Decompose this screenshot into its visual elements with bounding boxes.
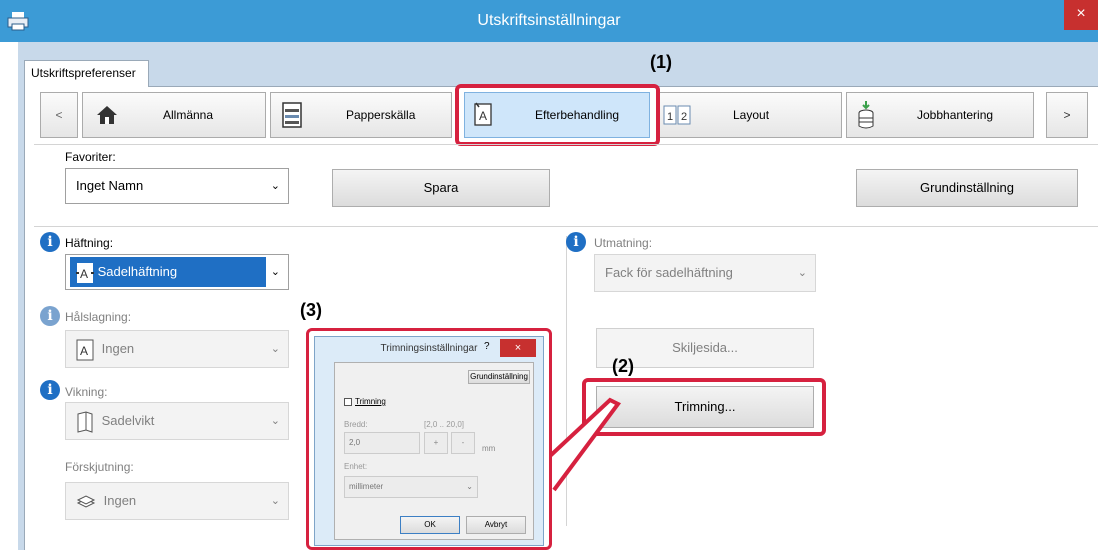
- dialog-help-button[interactable]: ?: [484, 341, 490, 352]
- home-icon: [97, 106, 117, 124]
- layout-icon: 12: [663, 105, 691, 125]
- dialog-close-button[interactable]: ×: [500, 339, 536, 357]
- svg-text:1: 1: [667, 111, 673, 123]
- dialog-ok-button[interactable]: OK: [400, 516, 460, 534]
- default-settings-button[interactable]: Grundinställning: [856, 169, 1078, 207]
- stack-icon: [76, 495, 96, 508]
- width-input[interactable]: 2,0: [344, 432, 420, 454]
- fold-icon: [77, 411, 93, 433]
- svg-text:2: 2: [681, 111, 687, 123]
- punch-label: Hålslagning:: [65, 310, 132, 324]
- unit-select[interactable]: millimeter ⌄: [344, 476, 478, 498]
- info-icon[interactable]: i: [40, 306, 60, 326]
- nav-layout-button[interactable]: 12 Layout: [656, 92, 842, 138]
- punch-value: Ingen: [101, 341, 135, 356]
- save-button[interactable]: Spara: [332, 169, 550, 207]
- separator-line-2: [34, 226, 1098, 227]
- width-unit: mm: [482, 444, 496, 453]
- output-label: Utmatning:: [594, 236, 653, 250]
- info-icon[interactable]: i: [566, 232, 586, 252]
- stapling-value: Sadelhäftning: [97, 264, 178, 279]
- unit-value: millimeter: [349, 482, 384, 491]
- nav-prev-button[interactable]: <: [40, 92, 78, 138]
- highlight-finishing: [455, 84, 660, 146]
- svg-text:A: A: [80, 267, 88, 281]
- trimming-checkbox-label: Trimning: [355, 397, 386, 406]
- nav-layout-label: Layout: [733, 108, 770, 122]
- callout-2: (2): [612, 356, 634, 376]
- staple-icon: A: [76, 262, 94, 283]
- paper-tray-icon: [282, 102, 302, 128]
- unit-label: Enhet:: [344, 462, 368, 471]
- chevron-down-icon: ⌄: [270, 343, 280, 355]
- output-select[interactable]: Fack för sadelhäftning ⌄: [594, 254, 816, 292]
- nav-paper-source-button[interactable]: Papperskälla: [270, 92, 452, 138]
- fold-value: Sadelvikt: [101, 413, 155, 428]
- stapling-label: Häftning:: [65, 236, 114, 250]
- chevron-down-icon: ⌄: [270, 415, 280, 427]
- info-icon[interactable]: i: [40, 380, 60, 400]
- chevron-down-icon: ⌄: [797, 267, 807, 279]
- shift-label: Förskjutning:: [65, 460, 134, 474]
- chevron-down-icon: ⌄: [270, 495, 280, 507]
- chevron-down-icon: ⌄: [466, 482, 473, 491]
- favorites-label: Favoriter:: [65, 150, 116, 164]
- nav-paper-source-label: Papperskälla: [346, 108, 416, 122]
- stapling-select[interactable]: A Sadelhäftning ⌄: [65, 254, 289, 290]
- svg-text:A: A: [80, 344, 88, 358]
- trimming-checkbox[interactable]: [344, 398, 352, 406]
- favorites-value: Inget Namn: [76, 178, 144, 193]
- job-handling-icon: [858, 101, 874, 129]
- chevron-down-icon: ⌄: [270, 266, 280, 278]
- dialog-default-button[interactable]: Grundinställning: [468, 370, 530, 384]
- chevron-down-icon: ⌄: [270, 180, 280, 192]
- dialog-cancel-button[interactable]: Avbryt: [466, 516, 526, 534]
- fold-label: Vikning:: [65, 385, 108, 399]
- callout-3: (3): [300, 300, 322, 320]
- nav-job-handling-label: Jobbhantering: [917, 108, 994, 122]
- width-label: Bredd:: [344, 420, 368, 429]
- width-plus-button[interactable]: +: [424, 432, 448, 454]
- callout-connector: [548, 397, 622, 492]
- shift-select[interactable]: Ingen ⌄: [65, 482, 289, 520]
- punch-select[interactable]: A Ingen ⌄: [65, 330, 289, 368]
- output-value: Fack för sadelhäftning: [605, 265, 733, 280]
- nav-general-button[interactable]: Allmänna: [82, 92, 266, 138]
- callout-1: (1): [650, 52, 672, 72]
- info-icon[interactable]: i: [40, 232, 60, 252]
- close-button[interactable]: ×: [1064, 0, 1098, 30]
- nav-general-label: Allmänna: [163, 108, 214, 122]
- width-range: [2,0 .. 20,0]: [424, 420, 465, 429]
- width-minus-button[interactable]: -: [451, 432, 475, 454]
- window-title: Utskriftsinställningar: [477, 12, 621, 29]
- shift-value: Ingen: [103, 493, 137, 508]
- nav-next-button[interactable]: >: [1046, 92, 1088, 138]
- separator-line: [34, 144, 1098, 145]
- nav-job-handling-button[interactable]: Jobbhantering: [846, 92, 1034, 138]
- punch-icon: A: [76, 339, 94, 361]
- tab-print-preferences[interactable]: Utskriftspreferenser: [24, 60, 149, 87]
- fold-select[interactable]: Sadelvikt ⌄: [65, 402, 289, 440]
- favorites-select[interactable]: Inget Namn ⌄: [65, 168, 289, 204]
